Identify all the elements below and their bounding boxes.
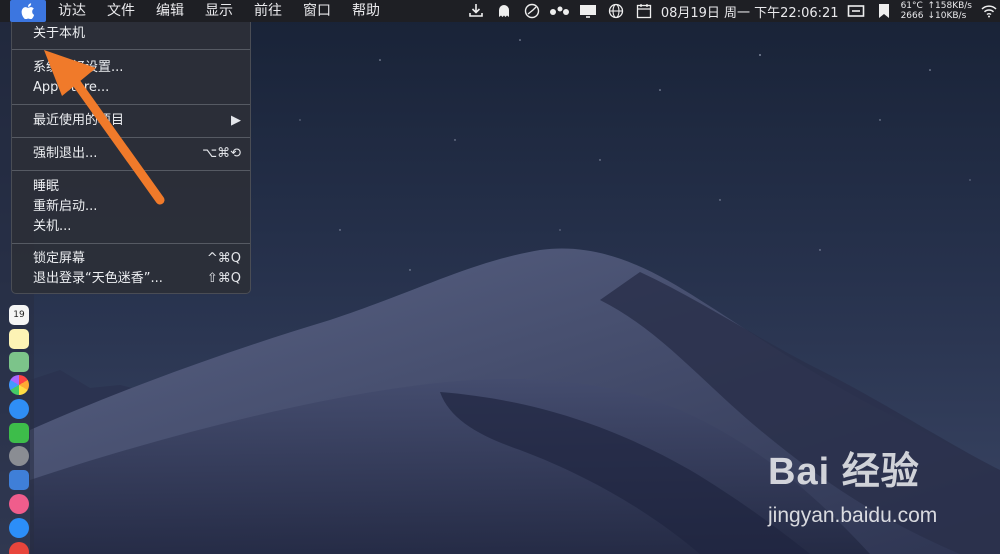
menu-item-lock-screen[interactable]: 锁定屏幕 ^⌘Q xyxy=(12,249,250,269)
menu-separator xyxy=(12,170,250,171)
globe-icon[interactable] xyxy=(605,0,627,22)
monitor-icon[interactable] xyxy=(577,0,599,22)
menu-item-label: 退出登录“天色迷香”... xyxy=(33,271,163,286)
wifi-icon[interactable] xyxy=(978,0,1000,22)
menu-shortcut: ⇧⌘Q xyxy=(206,271,241,286)
menu-item-recent-items[interactable]: 最近使用的项目 ▶ xyxy=(12,111,250,131)
menu-item-restart[interactable]: 重新启动... xyxy=(12,197,250,217)
messages-app-icon[interactable] xyxy=(9,399,29,419)
menu-item-app-store[interactable]: App Store... xyxy=(12,78,250,98)
compass-icon[interactable] xyxy=(521,0,543,22)
clock[interactable]: 08月19日 周一 下午22:06:21 xyxy=(661,2,839,21)
menu-separator xyxy=(12,243,250,244)
download-speed: ↓10KB/s xyxy=(927,11,967,21)
calendar-app-icon[interactable]: 19 xyxy=(9,305,29,325)
system-stats[interactable]: 61°C 2666 ↑158KB/s ↓10KB/s xyxy=(901,1,976,21)
menu-view[interactable]: 显示 xyxy=(205,0,233,22)
menu-finder[interactable]: 访达 xyxy=(58,0,86,22)
menu-help[interactable]: 帮助 xyxy=(352,0,380,22)
watermark-url: jingyan.baidu.com xyxy=(768,504,938,527)
menu-item-label: 系统偏好设置... xyxy=(33,60,124,75)
menu-item-label: App Store... xyxy=(33,80,110,95)
display-icon[interactable] xyxy=(845,0,867,22)
system-preferences-icon[interactable] xyxy=(9,446,29,466)
menu-window[interactable]: 窗口 xyxy=(303,0,331,22)
submenu-arrow-icon: ▶ xyxy=(231,113,241,128)
menu-item-label: 最近使用的项目 xyxy=(33,113,125,128)
upload-speed: ↑158KB/s xyxy=(927,1,972,11)
menu-item-label: 关于本机 xyxy=(33,26,86,41)
menu-item-label: 强制退出... xyxy=(33,146,98,161)
apple-menu-button[interactable] xyxy=(10,0,46,22)
menu-item-label: 关机... xyxy=(33,219,72,234)
menu-shortcut: ^⌘Q xyxy=(206,251,241,266)
cpu-temp: 61°C xyxy=(900,1,923,11)
keynote-app-icon[interactable] xyxy=(9,470,29,490)
menu-item-system-preferences[interactable]: 系统偏好设置... xyxy=(12,58,250,78)
menu-bar: 访达 文件 编辑 显示 前往 窗口 帮助 08月19日 周一 下午22:06:2… xyxy=(0,0,1000,22)
baidu-watermark: Bai 经验 jingyan.baidu.com xyxy=(760,440,1000,550)
menu-go[interactable]: 前往 xyxy=(254,0,282,22)
watermark-logo: Bai 经验 xyxy=(768,451,920,493)
menu-item-force-quit[interactable]: 强制退出... ⌥⌘⟲ xyxy=(12,144,250,164)
menu-item-log-out[interactable]: 退出登录“天色迷香”... ⇧⌘Q xyxy=(12,269,250,289)
dock-app-icon[interactable] xyxy=(9,542,29,554)
menu-item-label: 重新启动... xyxy=(33,199,98,214)
menu-file[interactable]: 文件 xyxy=(107,0,135,22)
menu-separator xyxy=(12,137,250,138)
fan-rpm: 2666 xyxy=(900,11,924,21)
menu-edit[interactable]: 编辑 xyxy=(156,0,184,22)
status-area: 08月19日 周一 下午22:06:21 61°C 2666 ↑158KB/s … xyxy=(459,0,1000,22)
app-menus: 访达 文件 编辑 显示 前往 窗口 帮助 xyxy=(58,0,401,22)
maps-app-icon[interactable] xyxy=(9,352,29,372)
music-app-icon[interactable] xyxy=(9,494,29,514)
menu-item-label: 锁定屏幕 xyxy=(33,251,86,266)
menu-item-sleep[interactable]: 睡眠 xyxy=(12,177,250,197)
facetime-app-icon[interactable] xyxy=(9,423,29,443)
menu-separator xyxy=(12,104,250,105)
menu-item-shut-down[interactable]: 关机... xyxy=(12,217,250,237)
menu-separator xyxy=(12,49,250,50)
notes-app-icon[interactable] xyxy=(9,329,29,349)
ghost-icon[interactable] xyxy=(493,0,515,22)
menu-item-about-this-mac[interactable]: 关于本机 xyxy=(12,24,250,44)
bookmark-icon[interactable] xyxy=(873,0,895,22)
menu-shortcut: ⌥⌘⟲ xyxy=(202,146,241,161)
calendar-icon[interactable] xyxy=(633,0,655,22)
menu-item-label: 睡眠 xyxy=(33,179,60,194)
download-icon[interactable] xyxy=(465,0,487,22)
apple-menu-dropdown: 关于本机 系统偏好设置... App Store... 最近使用的项目 ▶ 强制… xyxy=(11,22,251,294)
photos-app-icon[interactable] xyxy=(9,375,29,395)
app-store-icon[interactable] xyxy=(9,518,29,538)
apple-icon xyxy=(21,3,35,19)
dots-icon[interactable] xyxy=(549,0,571,22)
